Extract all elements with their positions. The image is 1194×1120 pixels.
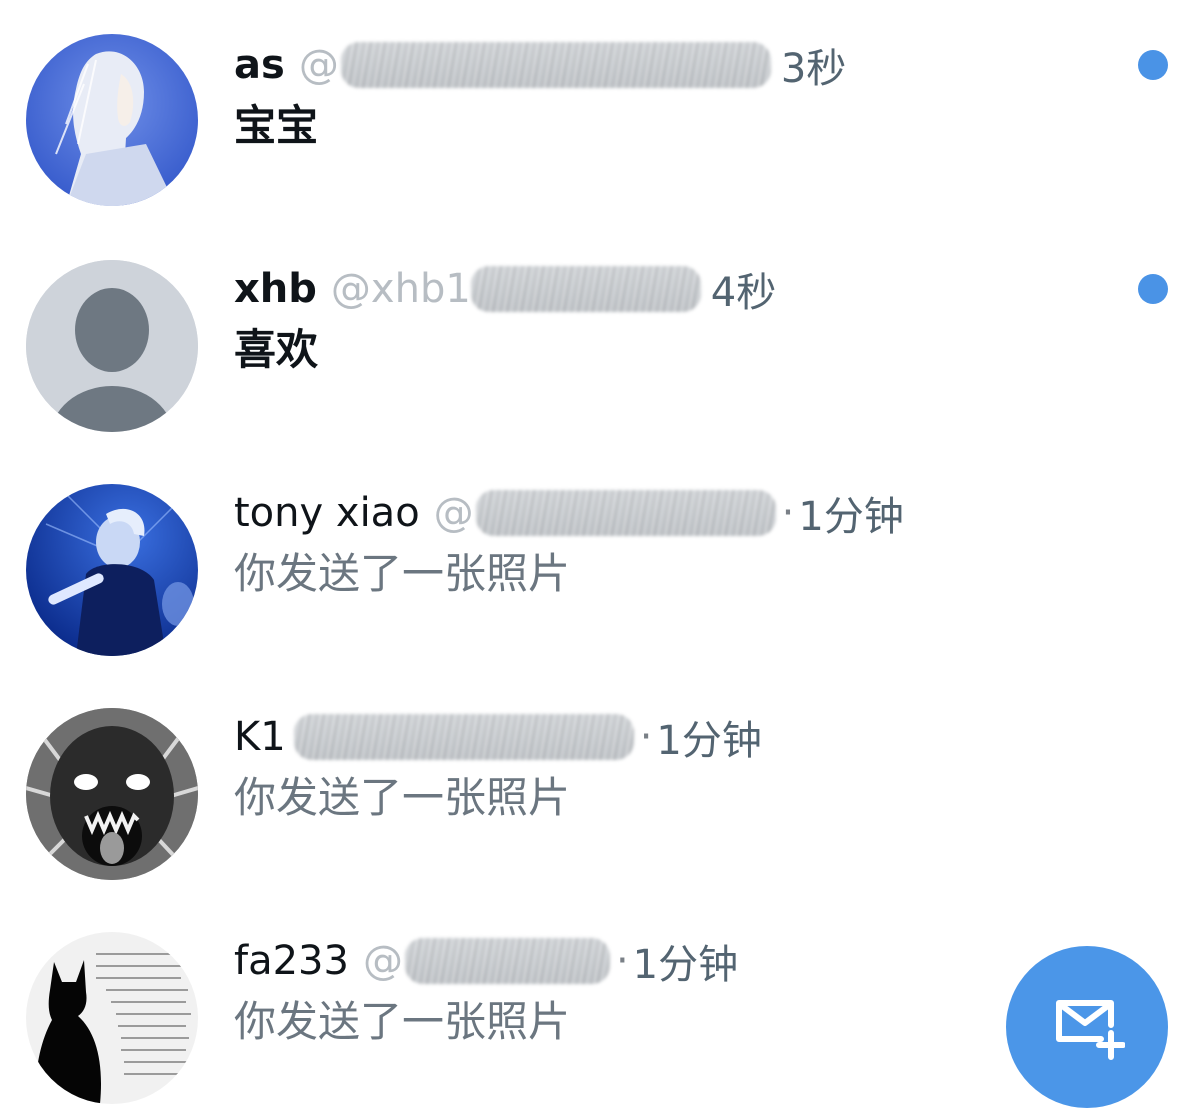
sender-handle: @ (433, 490, 474, 536)
conversation-header: fa233 @ · 1分钟 (234, 936, 738, 988)
timestamp: 4秒 (710, 270, 777, 316)
conversation-row[interactable]: tony xiao @ · 1分钟 你发送了一张照片 (0, 448, 1194, 672)
sender-handle: @ (298, 42, 339, 88)
timestamp: 1分钟 (798, 494, 904, 540)
cat-silhouette-avatar (26, 932, 198, 1104)
conversation-header: xhb @xhb1 4秒 (234, 264, 776, 316)
sender-handle: @xhb1 (330, 266, 471, 312)
timestamp: 1分钟 (656, 718, 762, 764)
sender-name: tony xiao (234, 490, 420, 536)
message-preview: 你发送了一张照片 (234, 773, 571, 822)
separator: · (781, 490, 795, 536)
timestamp: 3秒 (780, 46, 847, 92)
anime-character-avatar (26, 34, 198, 206)
new-message-icon (1056, 1000, 1125, 1060)
message-preview: 你发送了一张照片 (234, 997, 571, 1046)
avatar[interactable] (26, 484, 198, 656)
compose-message-button[interactable] (1006, 946, 1168, 1108)
redaction-scribble (404, 938, 610, 984)
message-preview: 你发送了一张照片 (234, 549, 571, 598)
separator: · (639, 714, 653, 760)
avatar[interactable] (26, 34, 198, 206)
singer-photo-avatar (26, 484, 198, 656)
avatar[interactable] (26, 708, 198, 880)
unread-indicator (1138, 274, 1168, 304)
unread-indicator (1138, 50, 1168, 80)
sender-name: xhb (234, 266, 317, 312)
avatar[interactable] (26, 932, 198, 1104)
sender-name: K1 (234, 714, 286, 760)
conversation-row[interactable]: as @ 3秒 宝宝 (0, 0, 1194, 224)
sender-name: as (234, 42, 285, 88)
separator: · (615, 938, 629, 984)
sender-handle: @ (362, 938, 403, 984)
redaction-scribble (470, 266, 701, 312)
conversation-row[interactable]: xhb @xhb1 4秒 喜欢 (0, 224, 1194, 448)
conversation-header: tony xiao @ · 1分钟 (234, 488, 904, 540)
sender-name: fa233 (234, 938, 349, 984)
redaction-scribble (475, 490, 776, 536)
timestamp: 1分钟 (632, 942, 739, 988)
redaction-scribble (293, 714, 634, 760)
conversation-header: K1 · 1分钟 (234, 712, 762, 764)
message-preview: 喜欢 (234, 325, 319, 374)
redaction-scribble (340, 42, 771, 88)
default-person-avatar (26, 260, 198, 432)
conversation-list: as @ 3秒 宝宝 xhb @xhb1 4秒 喜欢 tony xiao @ ·… (0, 0, 1194, 1106)
conversation-row[interactable]: K1 · 1分钟 你发送了一张照片 (0, 672, 1194, 896)
monster-illustration-avatar (26, 708, 198, 880)
conversation-header: as @ 3秒 (234, 40, 846, 92)
avatar[interactable] (26, 260, 198, 432)
message-preview: 宝宝 (234, 101, 319, 150)
